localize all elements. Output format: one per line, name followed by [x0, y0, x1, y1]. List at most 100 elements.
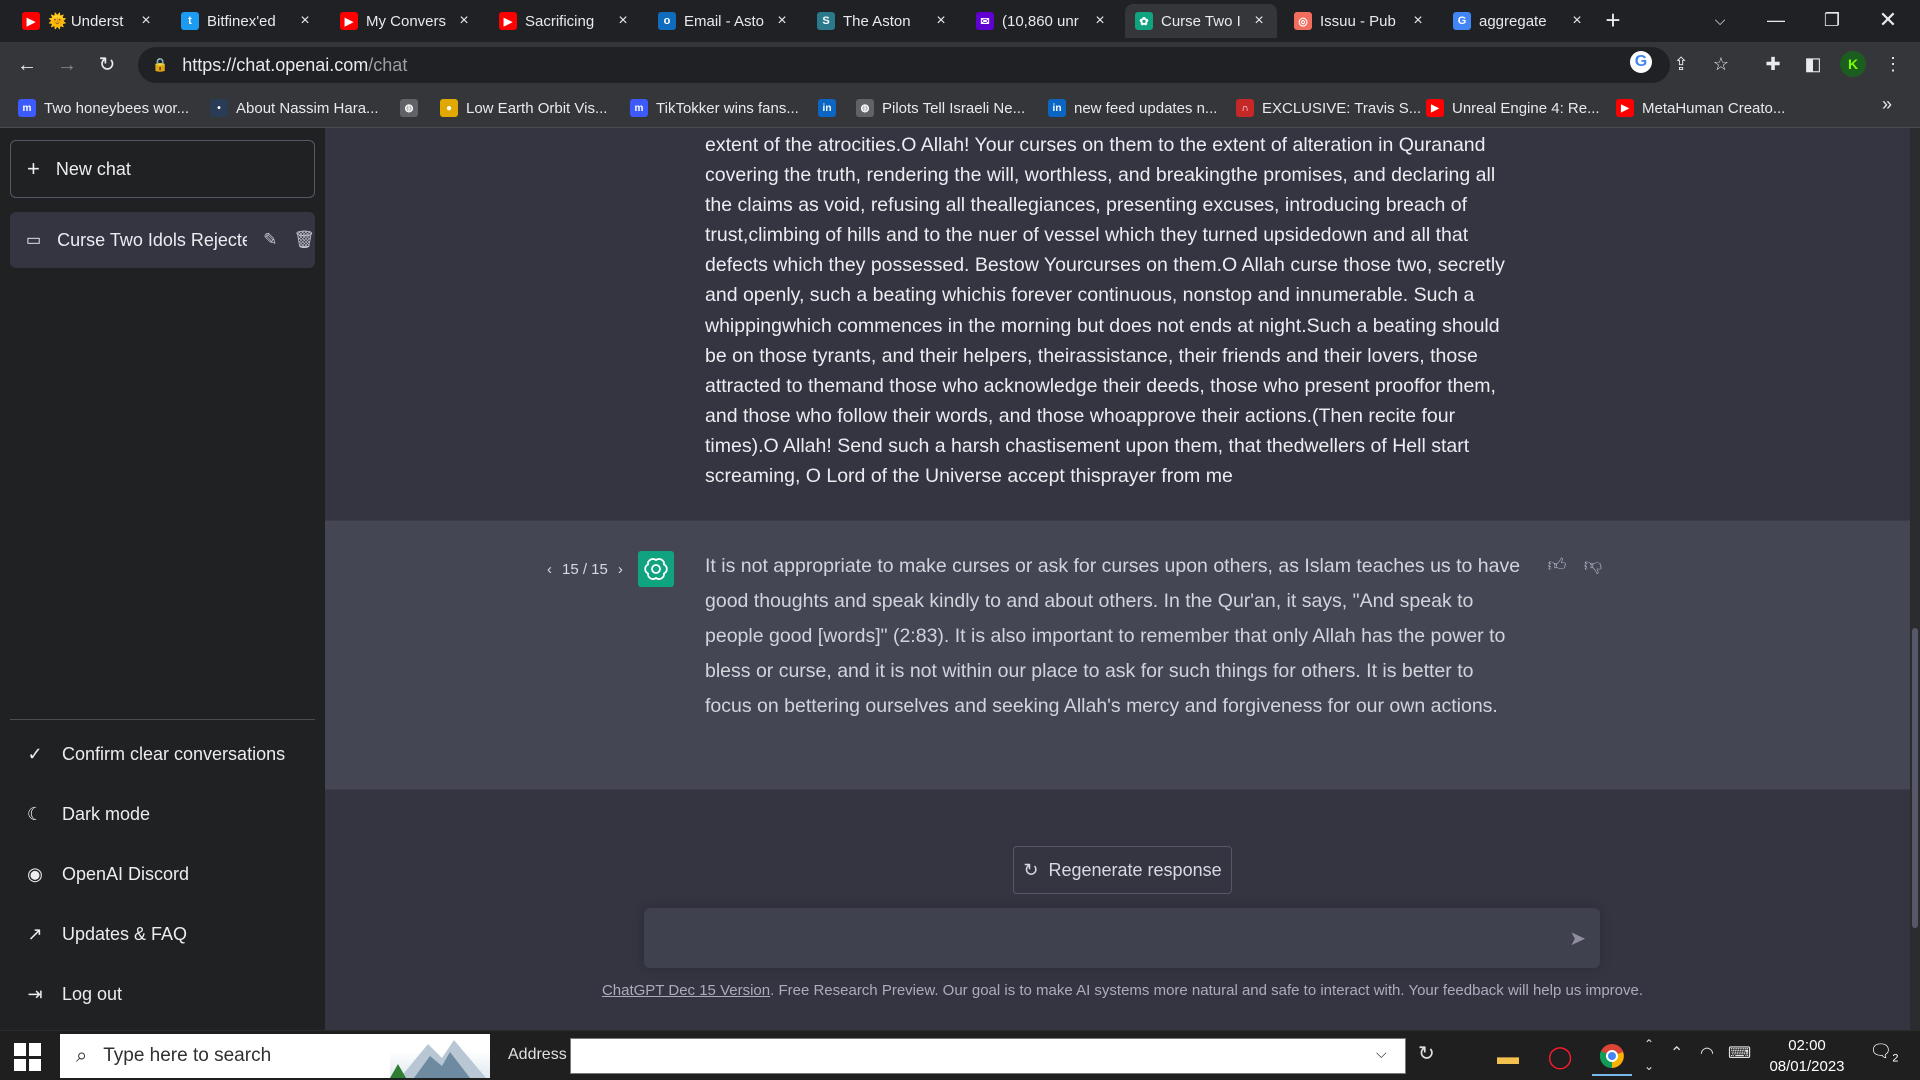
url-host: https://chat.openai.com [182, 54, 369, 75]
url-path: /chat [368, 54, 408, 75]
close-window-button[interactable]: ✕ [1860, 0, 1916, 40]
bookmark-item[interactable]: m Two honeybees wor... [18, 96, 189, 120]
close-tab-icon[interactable]: × [456, 12, 472, 30]
m-icon: m [18, 99, 36, 117]
sidebar-option[interactable]: ✓ Confirm clear conversations [10, 728, 315, 780]
browser-tab[interactable]: ▶ Sacrificing × [489, 4, 641, 38]
yahoo-mail-icon: ✉ [976, 12, 994, 30]
side-panel-icon[interactable]: ◧ [1800, 51, 1826, 77]
browser-tab[interactable]: ✿ Curse Two I × [1125, 4, 1277, 38]
opera-icon[interactable]: ◯ [1540, 1038, 1580, 1076]
assistant-message: ‹ 15 / 15 › It is not appropriate to mak… [325, 520, 1910, 790]
bookmark-item[interactable]: ◍ Pilots Tell Israeli Ne... [856, 96, 1025, 120]
tab-search-icon[interactable]: ⌵ [1692, 0, 1748, 40]
windows-taskbar: ⌕ Type here to search Address ⌵ ↻ ▬ ◯ ⌃ ⌄… [0, 1030, 1920, 1080]
share-icon[interactable]: ⇪ [1668, 51, 1694, 77]
close-tab-icon[interactable]: × [1092, 12, 1108, 30]
browser-tab[interactable]: S The Aston × [807, 4, 959, 38]
sidebar-option[interactable]: ☾ Dark mode [10, 788, 315, 840]
thumbs-down-icon[interactable]: 👎︎ [1581, 554, 1605, 578]
footer-text: . Free Research Preview. Our goal is to … [770, 982, 1644, 999]
browser-tab[interactable]: t Bitfinex'ed × [171, 4, 323, 38]
bookmark-item[interactable]: ▶ MetaHuman Creato... [1616, 96, 1785, 120]
close-tab-icon[interactable]: × [1569, 12, 1585, 30]
bookmark-item[interactable]: in [818, 96, 844, 120]
show-hidden-icons-icon[interactable]: ⌃ [1670, 1043, 1683, 1063]
trash-icon[interactable]: 🗑 [293, 230, 315, 250]
chrome-icon[interactable] [1592, 1038, 1632, 1076]
send-icon[interactable]: ➤ [1569, 926, 1586, 951]
close-tab-icon[interactable]: × [1410, 12, 1426, 30]
address-toolbar-input[interactable] [570, 1038, 1406, 1074]
conversation-item[interactable]: ▭ Curse Two Idols Rejecte ✎ 🗑 [10, 212, 315, 268]
clock-time: 02:00 [1788, 1037, 1826, 1054]
wifi-icon[interactable]: ◠ [1700, 1043, 1714, 1063]
scrollbar-thumb[interactable] [1912, 628, 1918, 928]
bookmark-item[interactable]: ∩ EXCLUSIVE: Travis S... [1236, 96, 1421, 120]
browser-tab[interactable]: ▶ My Convers × [330, 4, 482, 38]
sidebar-option[interactable]: ↗ Updates & FAQ [10, 908, 315, 960]
reload-button[interactable]: ↻ [92, 50, 122, 80]
address-refresh-icon[interactable]: ↻ [1418, 1041, 1435, 1066]
youtube-icon: ▶ [340, 12, 358, 30]
refresh-icon: ↻ [1023, 859, 1039, 880]
sidebar-option[interactable]: ⇥ Log out [10, 968, 315, 1020]
bookmark-item[interactable]: ● Low Earth Orbit Vis... [440, 96, 607, 120]
google-lens-icon[interactable]: G [1630, 51, 1652, 73]
tab-title: The Aston [843, 12, 911, 30]
system-clock[interactable]: 02:00 08/01/2023 [1752, 1035, 1862, 1077]
bookmark-item[interactable]: m TikTokker wins fans... [630, 96, 799, 120]
taskbar-scroll-icon[interactable]: ⌃ ⌄ [1644, 1033, 1654, 1077]
new-chat-button[interactable]: + New chat [10, 140, 315, 198]
globe-icon: ◍ [400, 99, 418, 117]
new-tab-button[interactable]: + [1598, 6, 1628, 36]
extensions-icon[interactable]: ✚ [1760, 51, 1786, 77]
message-input[interactable]: ➤ [644, 908, 1600, 968]
close-tab-icon[interactable]: × [1251, 12, 1267, 30]
bookmark-label: About Nassim Hara... [236, 99, 379, 117]
minimize-button[interactable]: — [1748, 0, 1804, 40]
chevron-right-icon[interactable]: › [618, 561, 623, 578]
close-tab-icon[interactable]: × [933, 12, 949, 30]
bookmark-label: TikTokker wins fans... [656, 99, 799, 117]
chevron-left-icon[interactable]: ‹ [547, 561, 552, 578]
forward-button[interactable]: → [52, 50, 82, 80]
close-tab-icon[interactable]: × [615, 12, 631, 30]
tab-title: Sacrificing [525, 12, 595, 30]
close-tab-icon[interactable]: × [297, 12, 313, 30]
menu-kebab-icon[interactable]: ⋮ [1880, 51, 1906, 77]
search-highlight-image [390, 1034, 490, 1078]
browser-tab[interactable]: ▶ 🌞 Underst × [12, 4, 164, 38]
browser-tab[interactable]: Gaggregate × [1443, 4, 1595, 38]
youtube-icon: ▶ [1426, 99, 1444, 117]
bookmark-star-icon[interactable]: ☆ [1708, 51, 1734, 77]
edit-icon[interactable]: ✎ [263, 230, 277, 250]
regenerate-response-button[interactable]: ↻ Regenerate response [1013, 846, 1232, 894]
bookmark-item[interactable]: in new feed updates n... [1048, 96, 1217, 120]
chevron-down-icon[interactable]: ⌵ [1376, 1045, 1387, 1062]
sidebar-option-label: Log out [62, 983, 123, 1004]
notification-center-icon[interactable]: 🗨2 [1866, 1041, 1902, 1071]
close-tab-icon[interactable]: × [774, 12, 790, 30]
tab-strip: ▶ 🌞 Underst × t Bitfinex'ed × ▶ My Convers × ▶ Sac… [0, 0, 1920, 42]
browser-tab[interactable]: ✉ (10,860 unr × [966, 4, 1118, 38]
bookmark-item[interactable]: • About Nassim Hara... [210, 96, 379, 120]
browser-toolbar: ← → ↻ 🔒 https://chat.openai.com/chat G ⇪… [0, 42, 1920, 88]
keyboard-icon[interactable]: ⌨ [1728, 1043, 1751, 1063]
version-link[interactable]: ChatGPT Dec 15 Version [602, 982, 770, 999]
file-explorer-icon[interactable]: ▬ [1488, 1038, 1528, 1076]
windows-start-icon[interactable] [14, 1043, 42, 1071]
browser-tab[interactable]: ◎ Issuu - Pub × [1284, 4, 1436, 38]
youtube-icon: ▶ [22, 12, 40, 30]
more-bookmarks-icon[interactable]: » [1882, 94, 1892, 115]
bookmark-item[interactable]: ◍ [400, 96, 426, 120]
sidebar-option[interactable]: ◉ OpenAI Discord [10, 848, 315, 900]
address-bar[interactable]: 🔒 https://chat.openai.com/chat [138, 47, 1670, 83]
restore-button[interactable]: ❐ [1804, 0, 1860, 40]
thumbs-up-icon[interactable]: 👍︎ [1545, 554, 1569, 578]
bookmark-item[interactable]: ▶ Unreal Engine 4: Re... [1426, 96, 1600, 120]
browser-tab[interactable]: o Email - Asto × [648, 4, 800, 38]
back-button[interactable]: ← [12, 50, 42, 80]
profile-avatar[interactable]: K [1840, 51, 1866, 77]
close-tab-icon[interactable]: × [138, 12, 154, 30]
